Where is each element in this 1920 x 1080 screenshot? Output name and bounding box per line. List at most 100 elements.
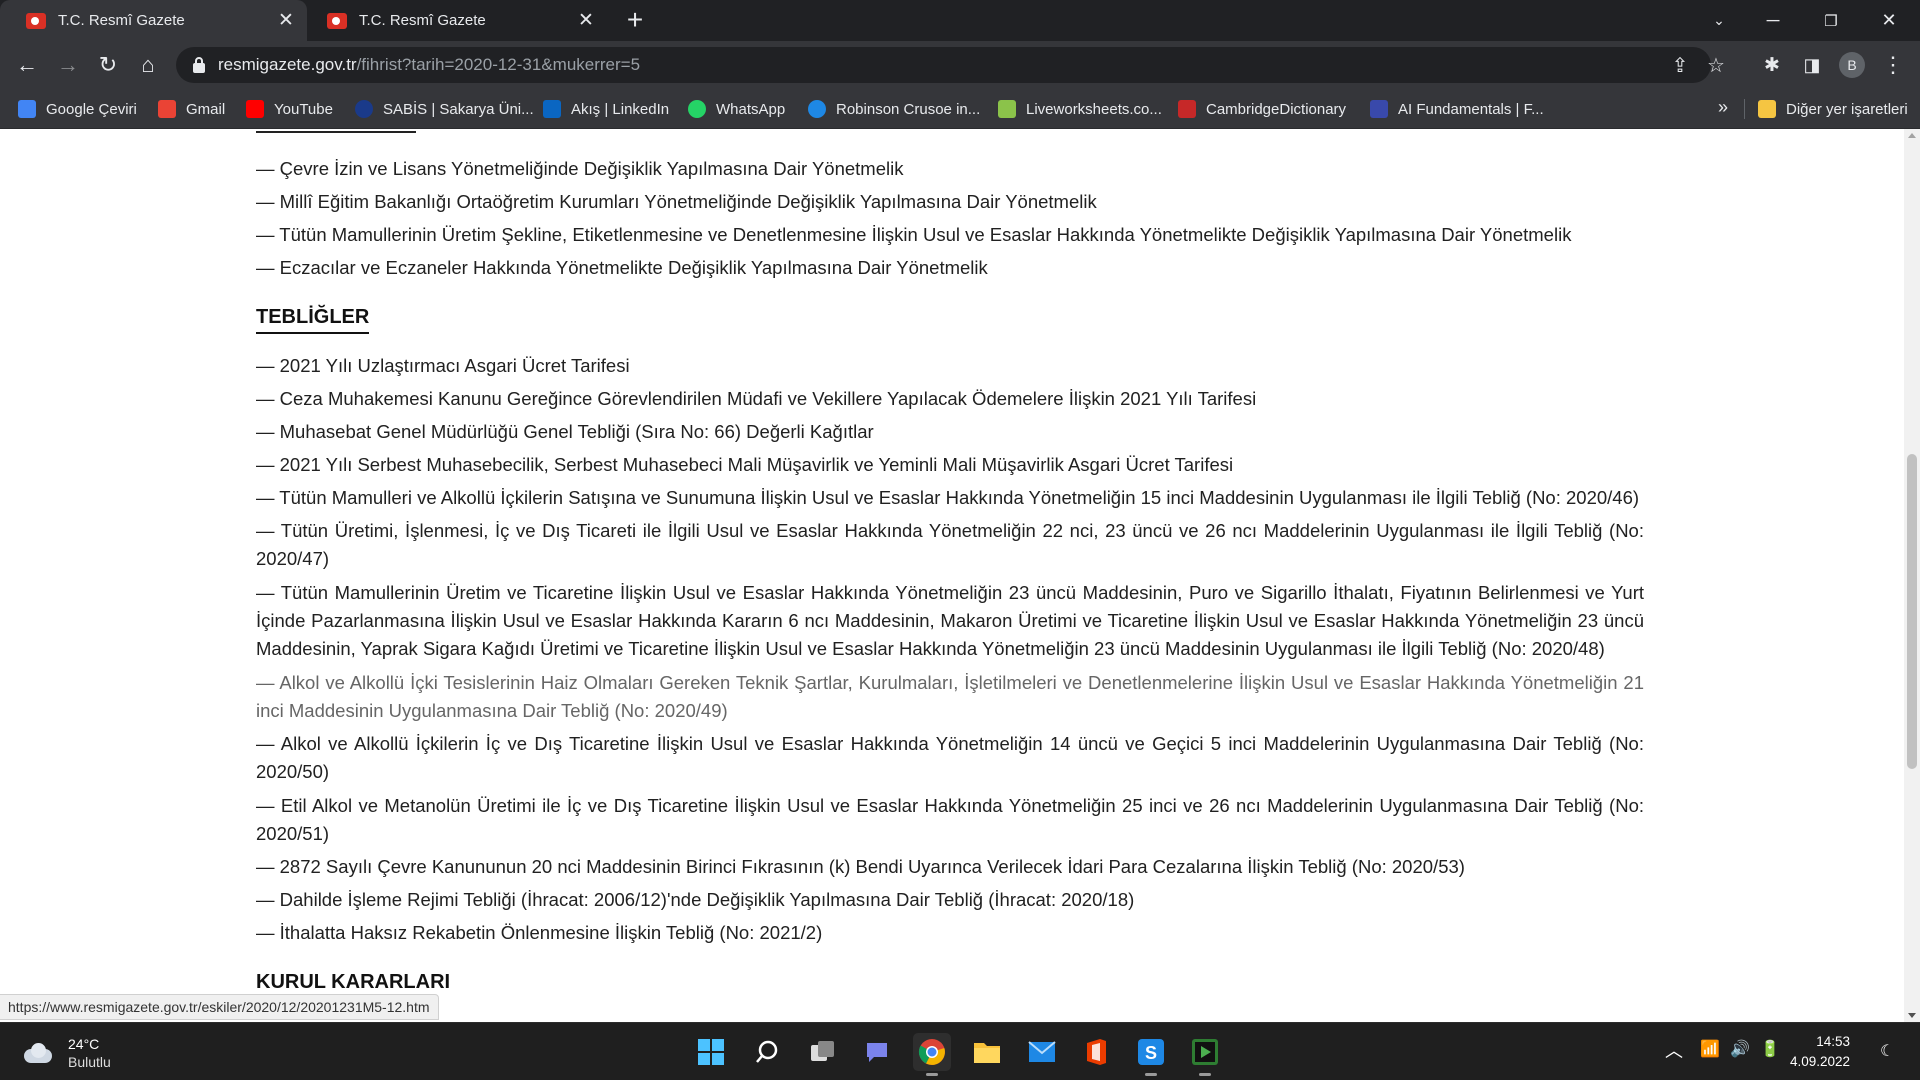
cloud-icon — [22, 1043, 54, 1063]
clock-time: 14:53 — [1816, 1034, 1851, 1049]
bookmark-whatsapp[interactable]: WhatsApp — [688, 89, 785, 129]
resmi-gazete-favicon-icon — [26, 12, 46, 29]
side-panel-icon[interactable]: ◨ — [1795, 48, 1829, 82]
teblig-link[interactable]: — Tütün Üretimi, İşlenmesi, İç ve Dış Ti… — [256, 517, 1644, 573]
teblig-link[interactable]: — 2872 Sayılı Çevre Kanununun 20 nci Mad… — [256, 853, 1644, 881]
tebligler-heading: TEBLİĞLER — [256, 304, 370, 334]
folder-icon — [1758, 100, 1776, 118]
yonetmelik-link[interactable]: — Tütün Mamullerinin Üretim Şekline, Eti… — [256, 221, 1644, 249]
forward-arrow-icon[interactable]: → — [51, 48, 85, 82]
kurul-kararlari-heading: KURUL KARARLARI — [256, 971, 451, 993]
restore-button[interactable]: ❐ — [1802, 0, 1860, 41]
media-app-button[interactable] — [1186, 1033, 1224, 1076]
close-icon[interactable]: ✕ — [273, 8, 299, 34]
temperature: 24°C — [68, 1036, 100, 1052]
teblig-link[interactable]: — 2021 Yılı Serbest Muhasebecilik, Serbe… — [256, 451, 1644, 479]
running-indicator — [1199, 1073, 1211, 1076]
other-bookmarks-folder[interactable]: Diğer yer işaretleri — [1758, 89, 1908, 129]
teams-chat-button[interactable] — [858, 1033, 896, 1071]
close-icon[interactable]: ✕ — [573, 8, 599, 34]
bookmark-google-ceviri[interactable]: Google Çeviri — [18, 89, 137, 129]
bookmark-ai-fundamentals[interactable]: AI Fundamentals | F... — [1370, 89, 1544, 129]
bookmark-gmail[interactable]: Gmail — [158, 89, 225, 129]
tab-title: T.C. Resmî Gazete — [58, 12, 185, 29]
task-view-button[interactable] — [804, 1033, 842, 1071]
bookmark-youtube[interactable]: YouTube — [246, 89, 333, 129]
show-hidden-icons-chevron-icon[interactable]: ︿ — [1665, 1037, 1683, 1063]
svg-text:S: S — [1145, 1043, 1157, 1063]
office-button[interactable] — [1077, 1033, 1115, 1071]
yonetmelik-link[interactable]: — Çevre İzin ve Lisans Yönetmeliğinde De… — [256, 155, 1644, 183]
search-button[interactable] — [748, 1033, 786, 1071]
file-explorer-button[interactable] — [968, 1033, 1006, 1071]
back-arrow-icon[interactable]: ← — [10, 48, 44, 82]
more-bookmarks-chevron-icon[interactable]: » — [1718, 97, 1728, 118]
scroll-up-arrow-icon[interactable] — [1908, 133, 1916, 138]
teblig-link[interactable]: — Ceza Muhakemesi Kanunu Gereğince Görev… — [256, 385, 1644, 413]
scroll-down-arrow-icon[interactable] — [1908, 1013, 1916, 1018]
play-icon — [1192, 1039, 1218, 1065]
home-icon[interactable]: ⌂ — [131, 48, 165, 82]
yonetmelik-link[interactable]: — Eczacılar ve Eczaneler Hakkında Yönetm… — [256, 254, 1644, 282]
address-bar[interactable]: resmigazete.gov.tr/fihrist?tarih=2020-12… — [176, 47, 1725, 83]
clock-date: 4.09.2022 — [1790, 1054, 1851, 1069]
teblig-link[interactable]: — 2021 Yılı Uzlaştırmacı Asgari Ücret Ta… — [256, 352, 1644, 380]
ai-icon — [1370, 100, 1388, 118]
browser-toolbar: ← → ↻ ⌂ resmigazete.gov.tr/fihrist?tarih… — [0, 41, 1920, 89]
teblig-link[interactable]: — Muhasebat Genel Müdürlüğü Genel Tebliğ… — [256, 418, 1644, 446]
yonetmelik-link[interactable]: — Millî Eğitim Bakanlığı Ortaöğretim Kur… — [256, 188, 1644, 216]
system-clock[interactable]: 14:53 4.09.2022 — [1790, 1032, 1850, 1072]
extensions-puzzle-icon[interactable]: ✱ — [1755, 48, 1789, 82]
teblig-link[interactable]: — Tütün Mamullerinin Üretim ve Ticaretin… — [256, 579, 1644, 663]
close-window-button[interactable]: ✕ — [1860, 0, 1918, 41]
weather-widget[interactable]: 24°C Bulutlu — [22, 1035, 111, 1071]
bookmark-linkedin[interactable]: Akış | LinkedIn — [543, 89, 669, 129]
focus-moon-icon[interactable]: ☾ — [1880, 1041, 1894, 1061]
menu-kebab-icon[interactable]: ⋮ — [1876, 48, 1910, 82]
resmi-gazete-favicon-icon — [327, 12, 347, 29]
teblig-link-hovered[interactable]: — Alkol ve Alkollü İçki Tesislerinin Hai… — [256, 669, 1644, 725]
link-status-bubble: https://www.resmigazete.gov.tr/eskiler/2… — [0, 994, 439, 1020]
wifi-icon[interactable]: 📶 — [1700, 1039, 1720, 1059]
lock-icon — [193, 57, 205, 73]
task-view-icon — [811, 1041, 834, 1061]
reload-icon[interactable]: ↻ — [91, 48, 125, 82]
tab-search-chevron-icon[interactable]: ⌄ — [1690, 0, 1748, 41]
cambridge-icon — [1178, 100, 1196, 118]
tab-active[interactable]: T.C. Resmî Gazete ✕ — [0, 0, 307, 41]
tab-title: T.C. Resmî Gazete — [359, 12, 486, 29]
mail-button[interactable] — [1023, 1033, 1061, 1071]
windows-logo-icon — [698, 1039, 724, 1065]
bookmark-star-icon[interactable]: ☆ — [1702, 51, 1730, 79]
chrome-taskbar-button[interactable] — [913, 1033, 951, 1076]
s-app-icon: S — [1138, 1039, 1164, 1065]
google-translate-icon — [18, 100, 36, 118]
teblig-link[interactable]: — İthalatta Haksız Rekabetin Önlenmesine… — [256, 919, 1644, 947]
bookmark-robinson-crusoe[interactable]: Robinson Crusoe in... — [808, 89, 980, 129]
start-button[interactable] — [692, 1033, 730, 1071]
new-tab-button[interactable]: + — [620, 6, 650, 36]
teblig-link[interactable]: — Dahilde İşleme Rejimi Tebliği (İhracat… — [256, 886, 1644, 914]
scrollbar-thumb[interactable] — [1907, 454, 1917, 769]
volume-icon[interactable]: 🔊 — [1730, 1039, 1750, 1059]
liveworksheets-icon — [998, 100, 1016, 118]
teblig-link[interactable]: — Alkol ve Alkollü İçkilerin İç ve Dış T… — [256, 730, 1644, 786]
page-scrollbar[interactable] — [1904, 129, 1920, 1022]
bookmark-sabis[interactable]: SABİS | Sakarya Üni... — [355, 89, 534, 129]
minimize-button[interactable]: ─ — [1744, 0, 1802, 41]
profile-avatar[interactable]: B — [1839, 52, 1865, 78]
bookmark-cambridge-dictionary[interactable]: CambridgeDictionary — [1178, 89, 1346, 129]
teblig-link[interactable]: — Tütün Mamulleri ve Alkollü İçkilerin S… — [256, 484, 1644, 512]
windows-taskbar: 24°C Bulutlu S ︿ 📶 🔊 🔋 14:53 4.09.2022 ☾ — [0, 1022, 1920, 1080]
bookmark-liveworksheets[interactable]: Liveworksheets.co... — [998, 89, 1162, 129]
teblig-link[interactable]: — Etil Alkol ve Metanolün Üretimi ile İç… — [256, 792, 1644, 848]
youtube-icon — [246, 100, 264, 118]
share-icon[interactable]: ⇪ — [1666, 51, 1694, 79]
whatsapp-icon — [688, 100, 706, 118]
tab-inactive[interactable]: T.C. Resmî Gazete ✕ — [307, 0, 607, 41]
running-indicator — [926, 1073, 938, 1076]
bookmarks-bar: Google Çeviri Gmail YouTube SABİS | Saka… — [0, 89, 1920, 129]
battery-icon[interactable]: 🔋 — [1760, 1039, 1780, 1059]
app-s-button[interactable]: S — [1132, 1033, 1170, 1076]
running-indicator — [1145, 1073, 1157, 1076]
